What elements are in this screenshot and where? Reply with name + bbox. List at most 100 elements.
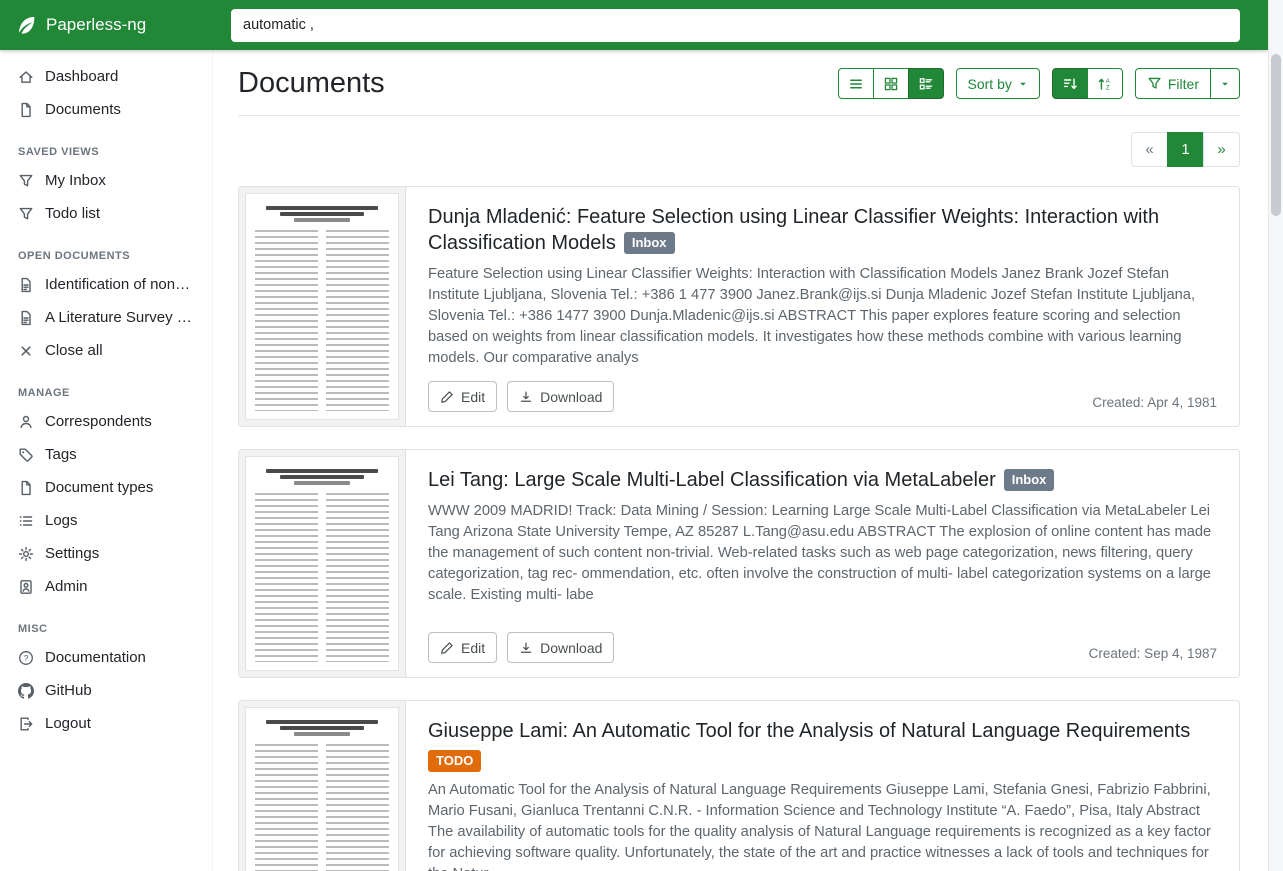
file-earmark-icon bbox=[18, 480, 34, 496]
sidebar-item-label: Todo list bbox=[45, 205, 100, 222]
document-title: Giuseppe Lami: An Automatic Tool for the… bbox=[428, 720, 1190, 742]
vertical-scrollbar[interactable] bbox=[1268, 0, 1283, 871]
edit-button[interactable]: Edit bbox=[428, 632, 497, 663]
sidebar-item-dashboard[interactable]: Dashboard bbox=[0, 60, 212, 93]
sort-direction-group: AZ bbox=[1052, 68, 1123, 99]
document-thumbnail[interactable] bbox=[239, 701, 406, 871]
caret-down-icon bbox=[1018, 79, 1028, 89]
sidebar-item-document-types[interactable]: Document types bbox=[0, 471, 212, 504]
filter-group: Filter bbox=[1135, 68, 1240, 99]
download-button[interactable]: Download bbox=[507, 632, 614, 663]
close-icon bbox=[18, 343, 34, 359]
funnel-icon bbox=[1147, 76, 1162, 91]
sort-alphabetical-button[interactable]: AZ bbox=[1087, 68, 1123, 99]
sidebar-item-label: Documentation bbox=[45, 649, 146, 666]
sidebar-item-close-all[interactable]: Close all bbox=[0, 334, 212, 367]
sidebar-item-github[interactable]: GitHub bbox=[0, 674, 212, 707]
document-card-footer: Edit Download Created: Sep 4, 1987 bbox=[428, 632, 1217, 663]
person-badge-icon bbox=[18, 579, 34, 595]
sidebar-section-misc: MISC bbox=[0, 603, 212, 641]
grid-view-icon bbox=[883, 76, 899, 92]
sidebar-item-open-document-1[interactable]: Identification of non-fu… bbox=[0, 268, 212, 301]
sidebar-item-todo-list[interactable]: Todo list bbox=[0, 197, 212, 230]
sidebar-item-label: GitHub bbox=[45, 682, 92, 699]
question-circle-icon: ? bbox=[18, 650, 34, 666]
pagination-prev-button[interactable]: « bbox=[1131, 132, 1168, 167]
sidebar-item-logs[interactable]: Logs bbox=[0, 504, 212, 537]
created-date: Created: Apr 4, 1981 bbox=[1092, 395, 1217, 412]
file-text-icon bbox=[18, 277, 34, 293]
search-input[interactable] bbox=[231, 9, 1240, 42]
sidebar-item-label: Logs bbox=[45, 512, 78, 529]
tag-badge[interactable]: Inbox bbox=[1004, 469, 1055, 491]
thumbnail-preview bbox=[245, 193, 399, 420]
sidebar-item-label: Document types bbox=[45, 479, 153, 496]
document-card-body: Lei Tang: Large Scale Multi-Label Classi… bbox=[406, 450, 1239, 677]
filter-label: Filter bbox=[1168, 76, 1199, 92]
document-thumbnail[interactable] bbox=[239, 187, 406, 426]
scrollbar-thumb[interactable] bbox=[1271, 54, 1281, 216]
edit-label: Edit bbox=[461, 640, 485, 656]
view-details-button[interactable] bbox=[908, 68, 944, 99]
sidebar-item-label: Settings bbox=[45, 545, 99, 562]
person-icon bbox=[18, 414, 34, 430]
documents-page: Documents Sort by bbox=[213, 50, 1268, 871]
details-view-icon bbox=[918, 76, 934, 92]
document-title-link[interactable]: Dunja Mladenić: Feature Selection using … bbox=[428, 204, 1217, 256]
thumbnail-preview bbox=[245, 456, 399, 671]
sidebar-item-open-document-2[interactable]: A Literature Survey on … bbox=[0, 301, 212, 334]
svg-text:Z: Z bbox=[1106, 85, 1110, 91]
document-title-link[interactable]: Giuseppe Lami: An Automatic Tool for the… bbox=[428, 718, 1217, 744]
pagination-page-1-button[interactable]: 1 bbox=[1167, 132, 1204, 167]
sidebar-section-saved-views: SAVED VIEWS bbox=[0, 126, 212, 164]
sidebar-item-label: Dashboard bbox=[45, 68, 118, 85]
caret-down-icon bbox=[1220, 79, 1230, 89]
created-date: Created: Sep 4, 1987 bbox=[1089, 646, 1217, 663]
list-icon bbox=[18, 513, 34, 529]
sidebar-item-logout[interactable]: Logout bbox=[0, 707, 212, 740]
sidebar-item-label: Logout bbox=[45, 715, 91, 732]
download-label: Download bbox=[540, 389, 602, 405]
sidebar-item-admin[interactable]: Admin bbox=[0, 570, 212, 603]
toolbar: Sort by AZ Filter bbox=[838, 68, 1240, 99]
thumbnail-preview bbox=[245, 707, 399, 871]
tag-row: TODO bbox=[428, 750, 1217, 772]
pencil-icon bbox=[440, 390, 454, 404]
view-list-button[interactable] bbox=[838, 68, 874, 99]
document-card-body: Dunja Mladenić: Feature Selection using … bbox=[406, 187, 1239, 426]
document-card-footer: Edit Download Created: Apr 4, 1981 bbox=[428, 381, 1217, 412]
pagination-next-button[interactable]: » bbox=[1203, 132, 1240, 167]
edit-button[interactable]: Edit bbox=[428, 381, 497, 412]
sort-descending-button[interactable] bbox=[1052, 68, 1088, 99]
filter-button[interactable]: Filter bbox=[1135, 68, 1211, 99]
tag-icon bbox=[18, 447, 34, 463]
document-title-link[interactable]: Lei Tang: Large Scale Multi-Label Classi… bbox=[428, 467, 1217, 493]
sidebar-item-label: Close all bbox=[45, 342, 103, 359]
app-layout: Dashboard Documents SAVED VIEWS My Inbox… bbox=[0, 50, 1268, 871]
sort-by-button[interactable]: Sort by bbox=[956, 68, 1040, 99]
tag-badge[interactable]: Inbox bbox=[624, 232, 675, 254]
page-title: Documents bbox=[238, 67, 385, 100]
sidebar-item-my-inbox[interactable]: My Inbox bbox=[0, 164, 212, 197]
filter-dropdown-button[interactable] bbox=[1210, 68, 1240, 99]
sidebar-item-documents[interactable]: Documents bbox=[0, 93, 212, 126]
sidebar-item-tags[interactable]: Tags bbox=[0, 438, 212, 471]
sidebar-section-open-documents: OPEN DOCUMENTS bbox=[0, 230, 212, 268]
sidebar-item-documentation[interactable]: ? Documentation bbox=[0, 641, 212, 674]
sidebar-item-correspondents[interactable]: Correspondents bbox=[0, 405, 212, 438]
view-grid-button[interactable] bbox=[873, 68, 909, 99]
document-thumbnail[interactable] bbox=[239, 450, 406, 677]
download-icon bbox=[519, 390, 533, 404]
document-title: Lei Tang: Large Scale Multi-Label Classi… bbox=[428, 469, 996, 491]
tag-badge[interactable]: TODO bbox=[428, 750, 481, 772]
sidebar-item-label: Admin bbox=[45, 578, 88, 595]
sidebar-item-settings[interactable]: Settings bbox=[0, 537, 212, 570]
download-button[interactable]: Download bbox=[507, 381, 614, 412]
page-header: Documents Sort by bbox=[238, 67, 1240, 116]
sort-alpha-icon: AZ bbox=[1097, 76, 1113, 92]
sort-down-icon bbox=[1062, 76, 1078, 92]
sidebar-item-label: A Literature Survey on … bbox=[45, 309, 194, 326]
global-search bbox=[213, 9, 1268, 42]
leaf-icon bbox=[16, 15, 37, 36]
app-brand[interactable]: Paperless-ng bbox=[0, 15, 213, 36]
